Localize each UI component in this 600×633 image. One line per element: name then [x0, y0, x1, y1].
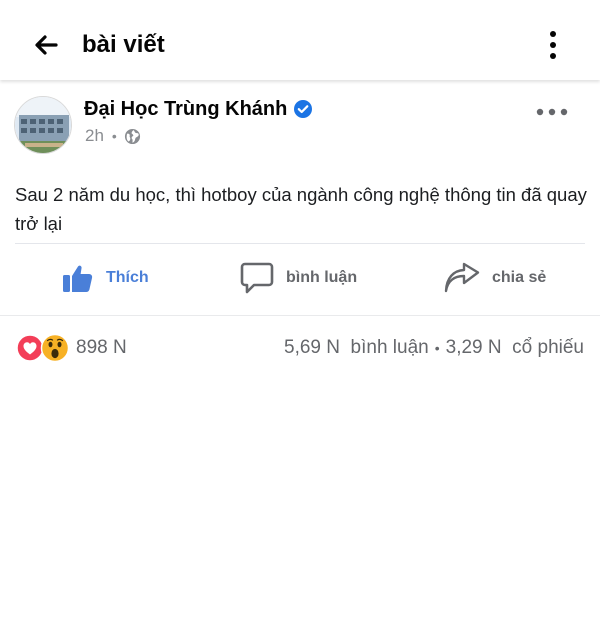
more-dots-icon[interactable]: [534, 102, 570, 122]
share-label: chia sẻ: [492, 269, 547, 286]
reaction-count: 898 N: [76, 337, 127, 358]
author-name[interactable]: Đại Học Trùng Khánh: [84, 96, 287, 122]
wow-reaction-icon: [40, 333, 70, 363]
divider: [0, 315, 600, 316]
reaction-icons: [16, 333, 70, 363]
post-text: Sau 2 năm du học, thì hotboy của ngành c…: [15, 184, 587, 234]
stats-separator: •: [434, 340, 440, 356]
page-title: bài viết: [82, 31, 165, 58]
reaction-summary[interactable]: 898 N: [16, 333, 127, 363]
divider: [15, 243, 585, 244]
avatar[interactable]: [14, 96, 72, 154]
share-count[interactable]: 3,29 N cổ phiếu: [446, 337, 584, 359]
like-button[interactable]: Thích: [62, 258, 149, 298]
author-row[interactable]: Đại Học Trùng Khánh: [84, 96, 313, 122]
comment-label: bình luận: [286, 269, 358, 286]
thumbs-up-icon: [63, 265, 93, 292]
top-app-bar: bài viết: [0, 0, 600, 80]
comment-bubble-icon: [240, 262, 274, 294]
share-arrow-icon: [444, 262, 480, 293]
meta-separator: •: [111, 128, 117, 144]
globe-icon: [124, 128, 140, 144]
post-meta: 2h •: [85, 125, 141, 147]
engagement-stats: 5,69 N bình luận • 3,29 N cổ phiếu: [284, 333, 584, 363]
comment-count[interactable]: 5,69 N bình luận: [284, 337, 429, 359]
arrow-left-icon[interactable]: [30, 30, 60, 60]
comment-button[interactable]: bình luận: [240, 258, 357, 298]
post-time[interactable]: 2h: [85, 126, 104, 146]
like-label: Thích: [106, 269, 149, 286]
verified-badge-icon: [294, 100, 313, 118]
share-button[interactable]: chia sẻ: [444, 258, 546, 298]
kebab-menu-icon[interactable]: [540, 28, 566, 62]
